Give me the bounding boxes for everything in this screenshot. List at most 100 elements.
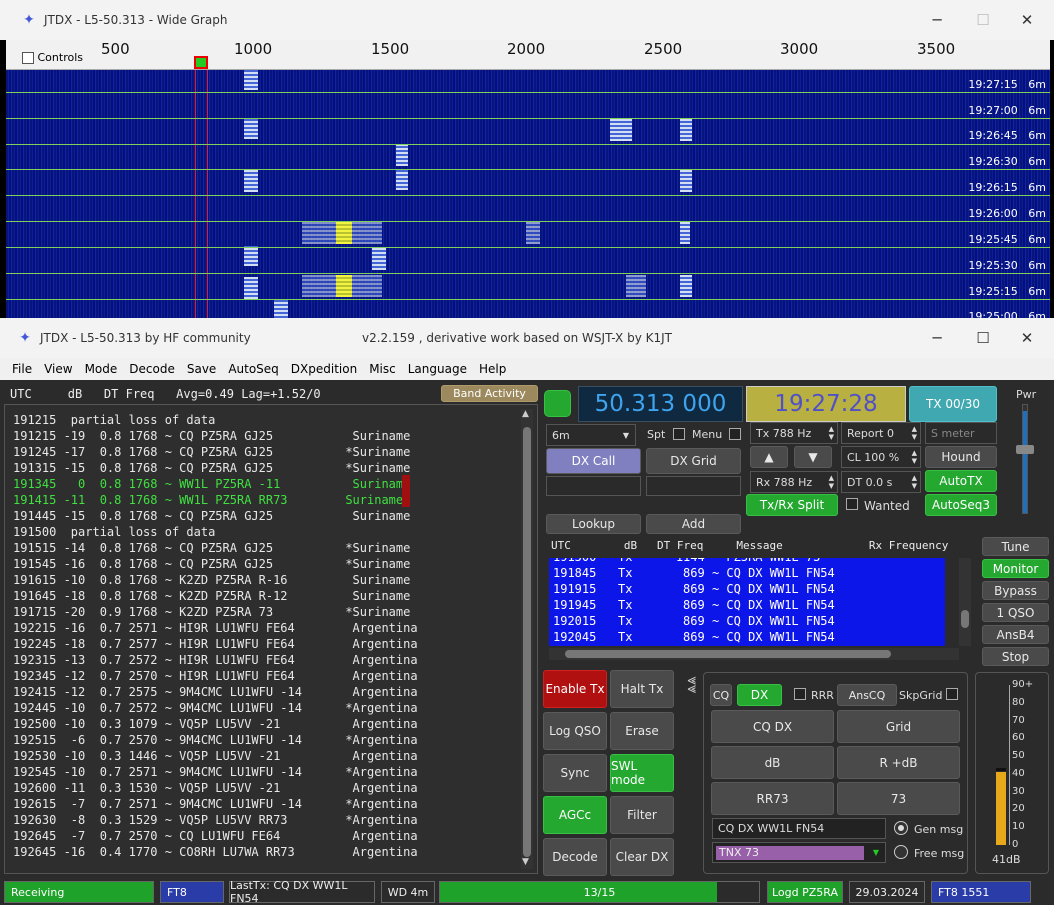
maximize-icon[interactable]: ☐ [960,318,1006,358]
menu-autoseq[interactable]: AutoSeq [222,362,284,376]
decode-row[interactable]: 192315 -13 0.7 2572 ~ HI9R LU1WFU FE64 A… [13,653,418,667]
decode-row[interactable]: 192500 -10 0.3 1079 ~ VQ5P LU5VV -21 Arg… [13,717,418,731]
dx-call-button[interactable]: DX Call [546,448,641,474]
close-icon[interactable]: ✕ [1004,0,1050,40]
menu-view[interactable]: View [38,362,78,376]
dx-grid-input[interactable] [646,476,741,496]
rx-horizontal-scrollbar[interactable] [549,648,959,660]
anscq-button[interactable]: AnsCQ [837,684,897,706]
ansb4-button[interactable]: AnsB4 [982,625,1049,644]
tx-count-button[interactable]: TX 00/30 [909,386,997,422]
menu-checkbox[interactable] [729,428,741,440]
monitor-button[interactable]: Monitor [982,559,1049,578]
swl-mode-button[interactable]: SWL mode [610,754,674,792]
gen-msg-input[interactable]: CQ DX WW1L FN54 [712,818,886,839]
rx-table-row[interactable]: 191500 Tx 1144 ~ PZ5RA WW1L 73 [553,558,820,564]
decode-row[interactable]: 192645 -16 0.4 1770 ~ CO8RH LU7WA RR73 A… [13,845,418,859]
spt-checkbox[interactable] [673,428,685,440]
decode-row[interactable]: 191345 0 0.8 1768 ~ WW1L PZ5RA -11 Surin… [13,477,410,491]
enable-tx-button[interactable]: Enable Tx [543,670,607,708]
scrollbar-thumb[interactable] [523,427,531,857]
scrollbar-thumb[interactable] [565,650,891,658]
decode-button[interactable]: Decode [543,838,607,876]
gen-msg-radio[interactable] [894,821,908,835]
decode-row[interactable]: 192515 -6 0.7 2570 ~ 9M4CMC LU1WFU -14 *… [13,733,418,747]
menu-misc[interactable]: Misc [363,362,402,376]
decode-row[interactable]: 191645 -18 0.8 1768 ~ K2ZD PZ5RA R-12 Su… [13,589,410,603]
close-icon[interactable]: ✕ [1004,318,1050,358]
decode-row[interactable]: 192645 -7 0.7 2570 ~ CQ LU1WFU FE64 Arge… [13,829,418,843]
decode-row[interactable]: 191615 -10 0.8 1768 ~ K2ZD PZ5RA R-16 Su… [13,573,410,587]
tx-freq-marker[interactable] [194,56,208,69]
band-activity-list[interactable]: 191215 partial loss of data 191215 -19 0.… [4,404,538,874]
decode-row[interactable]: 191500 partial loss of data [13,525,215,539]
tab-arrow-icon[interactable]: ⩓⩓ [681,677,699,694]
rx-freq-spinbox[interactable]: Rx 788 Hz ▲ ▼ [750,471,838,493]
tx-freq-spinbox[interactable]: Tx 788 Hz ▲ ▼ [750,422,838,444]
power-slider-handle[interactable] [1016,445,1034,454]
cq-dx-button[interactable]: CQ DX [711,710,834,743]
freq-up-button[interactable]: ▲ [750,446,788,468]
rx-frequency-list[interactable]: 191500 Tx 1144 ~ PZ5RA WW1L 73 191845 Tx … [549,558,945,646]
log-qso-button[interactable]: Log QSO [543,712,607,750]
filter-button[interactable]: Filter [610,796,674,834]
sync-button[interactable]: Sync [543,754,607,792]
decode-row[interactable]: 192630 -8 0.3 1529 ~ VQ5P LU5VV RR73 *Ar… [13,813,418,827]
rx-table-row[interactable]: 192045 Tx 869 ~ CQ DX WW1L FN54 [553,630,835,644]
grid-button[interactable]: Grid [837,710,960,743]
dx-button[interactable]: DX [737,684,782,706]
decode-row[interactable]: 191215 -19 0.8 1768 ~ CQ PZ5RA GJ25 Suri… [13,429,410,443]
decode-row[interactable]: 191515 -14 0.8 1768 ~ CQ PZ5RA GJ25 *Sur… [13,541,410,555]
dt-spinbox[interactable]: DT 0.0 s ▲ ▼ [841,471,921,493]
agcc-button[interactable]: AGCc [543,796,607,834]
main-titlebar[interactable]: ✦ JTDX - L5-50.313 by HF community v2.2.… [0,318,1054,358]
bypass-button[interactable]: Bypass [982,581,1049,600]
freq-down-button[interactable]: ▼ [794,446,832,468]
decode-row[interactable]: 192415 -12 0.7 2575 ~ 9M4CMC LU1WFU -14 … [13,685,418,699]
decode-row[interactable]: 192600 -11 0.3 1530 ~ VQ5P LU5VV -21 Arg… [13,781,418,795]
scroll-down-icon[interactable]: ▼ [522,857,529,867]
decode-row[interactable]: 192545 -10 0.7 2571 ~ 9M4CMC LU1WFU -14 … [13,765,418,779]
decode-row[interactable]: 192445 -10 0.7 2572 ~ 9M4CMC LU1WFU -14 … [13,701,418,715]
wanted-checkbox[interactable] [846,498,858,510]
cl-spinbox[interactable]: CL 100 % ▲ ▼ [841,446,921,468]
menu-save[interactable]: Save [181,362,222,376]
scroll-up-icon[interactable]: ▲ [522,409,529,419]
band-activity-button[interactable]: Band Activity [441,385,538,402]
rrr-checkbox[interactable] [794,688,806,700]
decode-row[interactable]: 191415 -11 0.8 1768 ~ WW1L PZ5RA RR73 Su… [13,493,403,507]
send-73-button[interactable]: 73 [837,782,960,815]
rr73-button[interactable]: RR73 [711,782,834,815]
free-msg-radio[interactable] [894,845,908,859]
band-select[interactable]: 6m ▼ [546,424,636,446]
rx-table-row[interactable]: 192015 Tx 869 ~ CQ DX WW1L FN54 [553,614,835,628]
rx-scrollbar[interactable] [959,558,971,646]
rx-table-row[interactable]: 191915 Tx 869 ~ CQ DX WW1L FN54 [553,582,835,596]
skpgrid-checkbox[interactable] [946,688,958,700]
decode-row[interactable]: 191245 -17 0.8 1768 ~ CQ PZ5RA GJ25 *Sur… [13,445,410,459]
lookup-button[interactable]: Lookup [546,514,641,534]
waterfall-display[interactable]: 19:27:15 6m 19:27:00 6m 19:26:45 6m 19:2… [6,70,1050,320]
dx-call-input[interactable] [546,476,641,496]
txrx-split-button[interactable]: Tx/Rx Split [746,494,838,516]
wide-graph-titlebar[interactable]: ✦ JTDX - L5-50.313 - Wide Graph ─ ☐ ✕ [0,0,1054,40]
hound-button[interactable]: Hound [925,446,997,468]
db-button[interactable]: dB [711,746,834,779]
decode-row[interactable]: 192245 -18 0.7 2577 ~ HI9R LU1WFU FE64 A… [13,637,418,651]
decode-row[interactable]: 191315 -15 0.8 1768 ~ CQ PZ5RA GJ25 *Sur… [13,461,410,475]
decode-row[interactable]: 191215 partial loss of data [13,413,215,427]
erase-button[interactable]: Erase [610,712,674,750]
menu-decode[interactable]: Decode [123,362,181,376]
power-slider[interactable] [1016,404,1034,514]
free-msg-select[interactable]: TNX 73 ▼ [712,842,886,863]
menu-dxpedition[interactable]: DXpedition [285,362,363,376]
r-db-button[interactable]: R +dB [837,746,960,779]
menu-help[interactable]: Help [473,362,512,376]
decode-row[interactable]: 191445 -15 0.8 1768 ~ CQ PZ5RA GJ25 Suri… [13,509,410,523]
menu-file[interactable]: File [0,362,38,376]
stop-button[interactable]: Stop [982,647,1049,666]
halt-tx-button[interactable]: Halt Tx [610,670,674,708]
report-spinbox[interactable]: Report 0 ▲ ▼ [841,422,921,444]
clear-dx-button[interactable]: Clear DX [610,838,674,876]
decode-row[interactable]: 191545 -16 0.8 1768 ~ CQ PZ5RA GJ25 *Sur… [13,557,410,571]
